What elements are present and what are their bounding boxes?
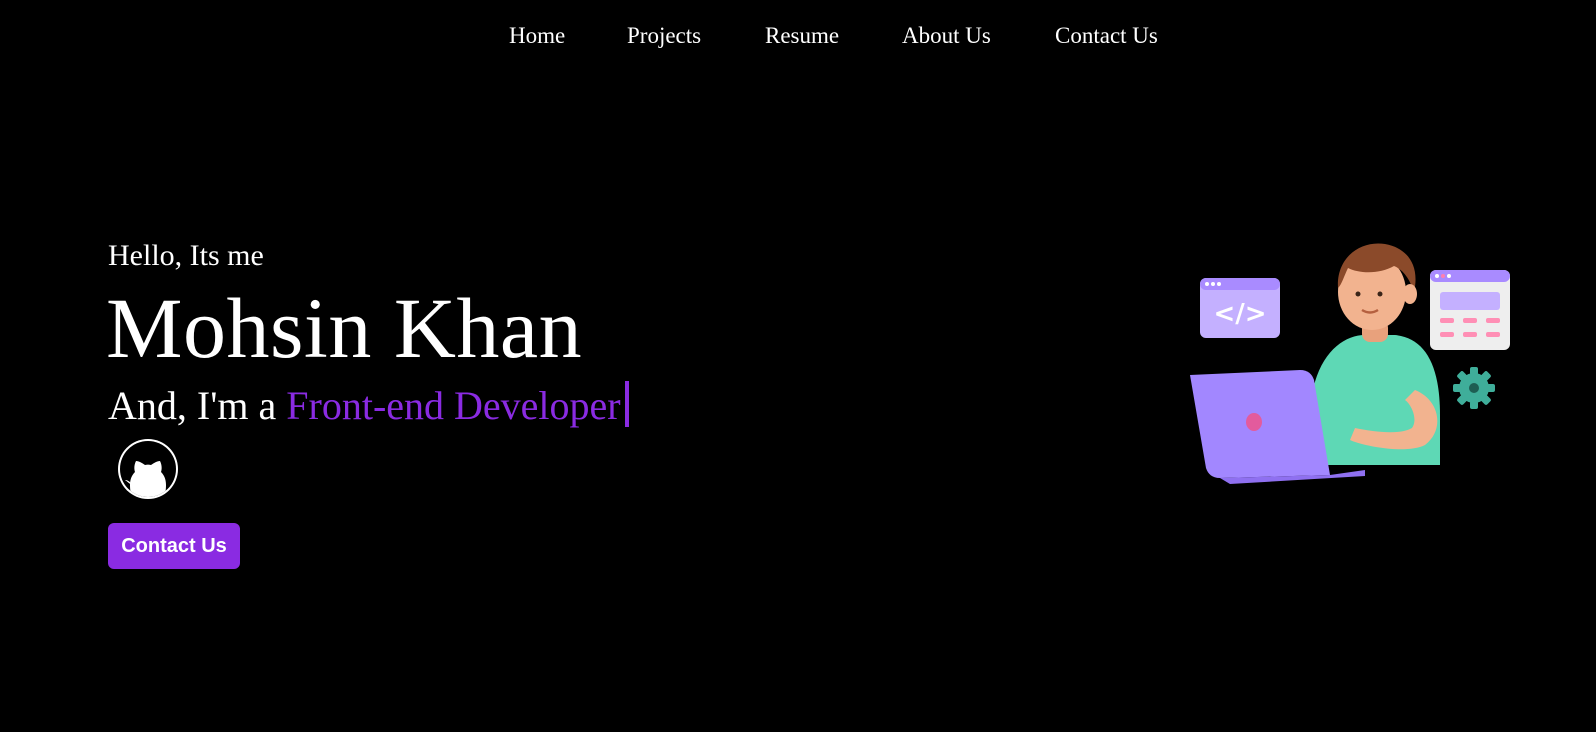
github-icon: [120, 441, 176, 497]
hero-name: Mohsin Khan: [106, 280, 583, 376]
nav-home[interactable]: Home: [509, 20, 565, 52]
hero-role: And, I'm a Front-end Developer: [108, 380, 629, 432]
person-figure: [1310, 243, 1440, 465]
top-nav: Home Projects Resume About Us Contact Us: [0, 20, 1596, 52]
typing-caret: [624, 381, 629, 427]
nav-resume[interactable]: Resume: [765, 20, 839, 52]
role-prefix: And, I'm a: [108, 383, 287, 428]
contact-us-button[interactable]: Contact Us: [108, 523, 240, 569]
nav-contact-us[interactable]: Contact Us: [1055, 20, 1158, 52]
page: Home Projects Resume About Us Contact Us…: [0, 0, 1596, 732]
github-link[interactable]: [118, 439, 178, 499]
nav-projects[interactable]: Projects: [627, 20, 701, 52]
layout-window-icon: [1430, 270, 1510, 350]
hero-greeting: Hello, Its me: [108, 239, 264, 272]
nav-about-us[interactable]: About Us: [902, 20, 991, 52]
role-typed-text: Front-end Developer: [286, 383, 621, 428]
code-window-text: </>: [1213, 299, 1266, 329]
gear-icon: [1453, 367, 1495, 409]
code-window-icon: </>: [1200, 278, 1280, 338]
developer-illustration: </>: [1190, 243, 1510, 484]
